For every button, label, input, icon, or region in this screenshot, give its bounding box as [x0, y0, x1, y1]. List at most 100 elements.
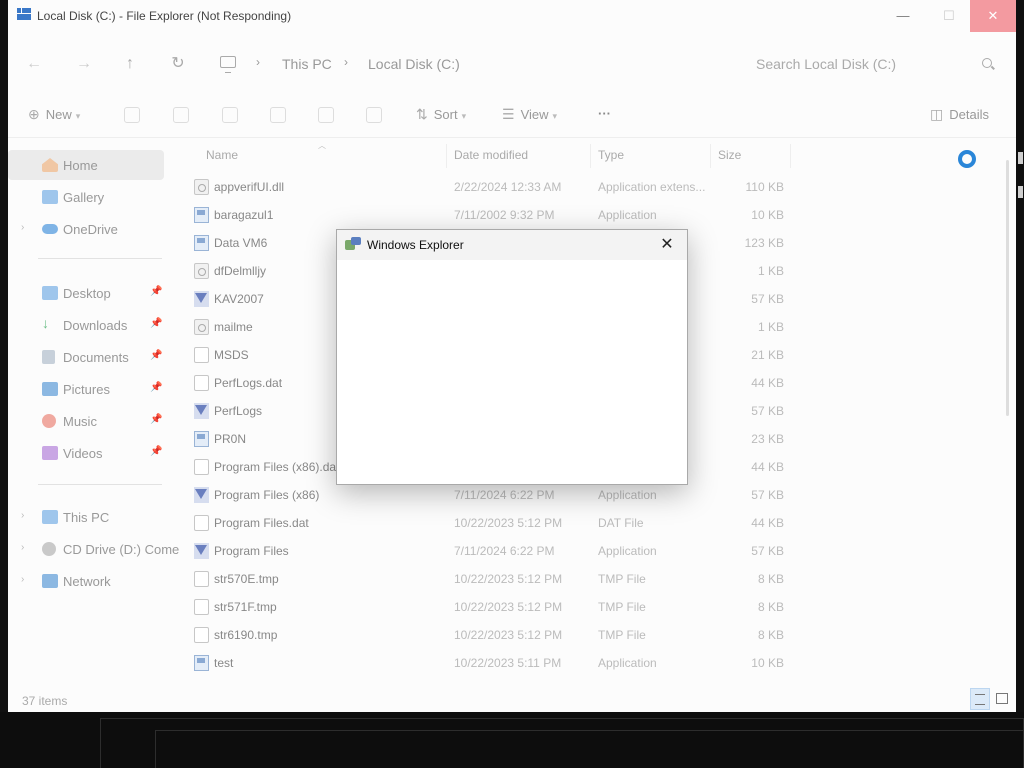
file-name: Program Files.dat [214, 516, 309, 530]
file-size: 1 KB [757, 264, 784, 278]
chevron-right-icon[interactable]: › [21, 574, 24, 585]
column-header-name[interactable]: Name [206, 148, 238, 162]
back-arrow-icon[interactable]: ← [22, 52, 46, 76]
paste-icon[interactable] [222, 107, 238, 123]
search-input[interactable] [746, 48, 1004, 80]
sidebar-item-home[interactable]: Home [8, 150, 164, 180]
file-type: TMP File [598, 600, 646, 614]
details-pane-icon: ◫ [930, 106, 944, 122]
dialog-close-button[interactable]: ✕ [655, 233, 679, 257]
cloud-icon [42, 224, 58, 234]
chevron-right-icon[interactable]: › [21, 542, 24, 553]
sort-ascending-icon: ︿ [318, 142, 326, 150]
sidebar-item-desktop[interactable]: Desktop 📌 [8, 278, 164, 308]
column-header-date[interactable]: Date modified [454, 148, 528, 162]
sidebar-item-onedrive[interactable]: › OneDrive [8, 214, 164, 244]
file-size: 123 KB [744, 236, 784, 250]
file-size: 8 KB [757, 628, 784, 642]
pin-icon[interactable]: 📌 [150, 286, 162, 297]
minimize-button[interactable]: — [880, 0, 926, 32]
column-divider[interactable] [790, 144, 791, 168]
sidebar-item-documents[interactable]: Documents 📌 [8, 342, 164, 372]
new-button[interactable]: ⊕ New ▾ [28, 106, 80, 123]
chevron-right-icon[interactable]: › [344, 55, 348, 69]
sort-button[interactable]: ⇅ Sort ▾ [416, 106, 466, 123]
pin-icon[interactable]: 📌 [150, 318, 162, 329]
column-divider[interactable] [446, 144, 447, 168]
rename-icon[interactable] [270, 107, 286, 123]
maximize-button[interactable]: ☐ [926, 0, 972, 32]
pin-icon[interactable]: 📌 [150, 382, 162, 393]
desktop-icon [42, 286, 58, 300]
details-view-button[interactable] [970, 688, 990, 710]
chevron-right-icon[interactable]: › [256, 55, 260, 69]
chevron-right-icon[interactable]: › [21, 222, 24, 233]
table-row[interactable]: str570E.tmp 10/22/2023 5:12 PM TMP File 8 K… [184, 565, 794, 593]
sidebar-item-videos[interactable]: Videos 📌 [8, 438, 164, 468]
table-row[interactable]: Program Files (x86) 7/11/2024 6:22 PM Appl… [184, 481, 794, 509]
table-row[interactable]: str571F.tmp 10/22/2023 5:12 PM TMP File 8 K… [184, 593, 794, 621]
application-icon [194, 655, 209, 671]
file-date-modified: 7/11/2024 6:22 PM [454, 488, 555, 502]
sidebar-item-pictures[interactable]: Pictures 📌 [8, 374, 164, 404]
sidebar-item-this-pc[interactable]: › This PC [8, 502, 164, 532]
sidebar-item-gallery[interactable]: Gallery [8, 182, 164, 212]
column-divider[interactable] [590, 144, 591, 168]
table-row[interactable]: baragazul1 7/11/2002 9:32 PM Application 10… [184, 201, 794, 229]
file-name: PerfLogs.dat [214, 376, 283, 390]
sidebar-item-label: Videos [63, 446, 103, 461]
details-pane-button[interactable]: ◫ Details [930, 106, 989, 123]
background-mark [1018, 186, 1023, 198]
column-header-size[interactable]: Size [718, 148, 741, 162]
copy-icon[interactable] [173, 107, 189, 123]
table-row[interactable]: appverifUI.dll 2/22/2024 12:33 AM Applicat… [184, 173, 794, 201]
table-row[interactable]: str6190.tmp 10/22/2023 5:12 PM TMP File 8 K… [184, 621, 794, 649]
breadcrumb-this-pc[interactable]: This PC [282, 56, 332, 72]
search-icon[interactable] [982, 58, 992, 68]
share-icon[interactable] [318, 107, 334, 123]
column-divider[interactable] [710, 144, 711, 168]
file-date-modified: 10/22/2023 5:12 PM [454, 600, 563, 614]
refresh-icon[interactable]: ↻ [166, 52, 190, 76]
dialog-title-bar[interactable]: Windows Explorer ✕ [337, 230, 687, 260]
cut-icon[interactable] [124, 107, 140, 123]
file-date-modified: 2/22/2024 12:33 AM [454, 180, 562, 194]
pin-icon[interactable]: 📌 [150, 446, 162, 457]
file-icon [194, 627, 209, 643]
file-date-modified: 10/22/2023 5:12 PM [454, 516, 563, 530]
title-bar[interactable]: Local Disk (C:) - File Explorer (Not Res… [8, 0, 1016, 32]
chevron-right-icon[interactable]: › [21, 510, 24, 521]
file-size: 23 KB [751, 432, 784, 446]
pin-icon[interactable]: 📌 [150, 414, 162, 425]
table-row[interactable]: Program Files 7/11/2024 6:22 PM Applicatio… [184, 537, 794, 565]
busy-spinner-icon [958, 150, 976, 168]
windows-explorer-icon [345, 237, 361, 251]
file-size: 8 KB [757, 600, 784, 614]
delete-icon[interactable] [366, 107, 382, 123]
sidebar-item-cd-drive[interactable]: › CD Drive (D:) Come [8, 534, 179, 564]
file-name: PR0N [214, 432, 247, 446]
file-name: appverifUI.dll [214, 180, 285, 194]
sidebar-item-music[interactable]: Music 📌 [8, 406, 164, 436]
close-window-button[interactable]: ✕ [970, 0, 1016, 32]
more-options-button[interactable]: ··· [598, 106, 611, 121]
breadcrumb-local-disk[interactable]: Local Disk (C:) [368, 56, 460, 72]
table-row[interactable]: test 10/22/2023 5:11 PM Application 10 KB [184, 649, 794, 677]
file-name: baragazul1 [214, 208, 274, 222]
pin-icon[interactable]: 📌 [150, 350, 162, 361]
file-date-modified: 10/22/2023 5:11 PM [454, 656, 562, 670]
file-icon [194, 347, 209, 363]
view-button[interactable]: ☰ View ▾ [502, 106, 557, 123]
sidebar-item-network[interactable]: › Network [8, 566, 164, 596]
background-mark [1018, 152, 1023, 164]
chevron-down-icon: ▾ [75, 111, 81, 121]
up-arrow-icon[interactable]: ↑ [118, 52, 142, 76]
column-header-type[interactable]: Type [598, 148, 624, 162]
tiles-view-button[interactable] [992, 688, 1012, 710]
this-pc-icon[interactable] [220, 56, 236, 73]
vertical-scrollbar[interactable] [1006, 160, 1009, 416]
settings-file-icon [194, 179, 209, 195]
forward-arrow-icon[interactable]: → [72, 52, 96, 76]
table-row[interactable]: Program Files.dat 10/22/2023 5:12 PM DAT F… [184, 509, 794, 537]
sidebar-item-downloads[interactable]: ↓ Downloads 📌 [8, 310, 164, 340]
